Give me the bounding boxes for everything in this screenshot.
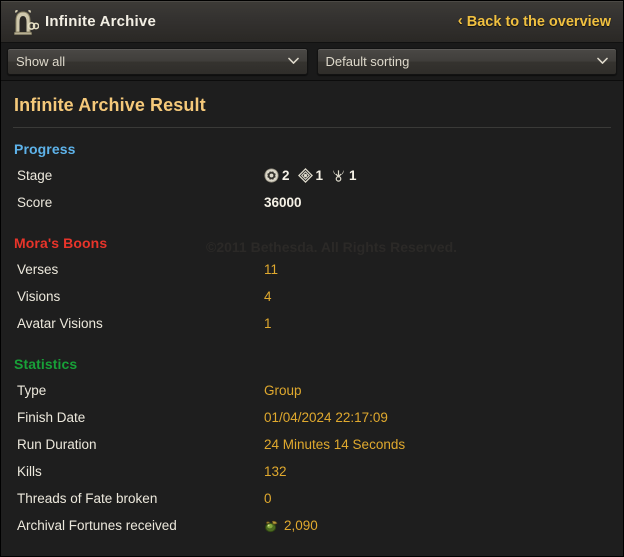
section-heading-progress: Progress: [14, 141, 76, 157]
page-title: Infinite Archive Result: [14, 95, 206, 115]
infinite-archive-portal-icon: [9, 7, 39, 37]
sort-filter-select[interactable]: Default sorting: [316, 48, 617, 75]
detail-row-label: Archival Fortunes received: [17, 518, 177, 533]
detail-row: Visions 4: [13, 283, 611, 310]
detail-row-value: 11: [264, 262, 611, 277]
detail-row: Verses 11: [13, 256, 611, 283]
titlebar: Infinite Archive ‹ Back to the overview: [1, 1, 623, 43]
stage-pip: 2: [264, 168, 290, 183]
detail-row: Type Group: [13, 377, 611, 404]
detail-row-value-text: 1: [264, 316, 272, 331]
back-to-overview-link[interactable]: ‹ Back to the overview: [457, 12, 611, 30]
detail-row: Avatar Visions 1: [13, 310, 611, 337]
detail-row-value: 24 Minutes 14 Seconds: [264, 437, 611, 452]
detail-row-value: 01/04/2024 22:17:09: [264, 410, 611, 425]
title-divider: [13, 127, 611, 128]
app-title: Infinite Archive: [45, 13, 156, 30]
detail-row-value-text: 0: [264, 491, 272, 506]
stage-medallion-icon: [264, 168, 279, 183]
detail-row-label: Run Duration: [17, 437, 97, 452]
sort-filter-value: Default sorting: [325, 54, 410, 69]
stage-diamond-icon: [297, 168, 313, 183]
detail-row-label: Avatar Visions: [17, 316, 103, 331]
detail-row-label: Threads of Fate broken: [17, 491, 158, 506]
back-to-overview-label: Back to the overview: [466, 13, 611, 30]
archival-fortune-coin-icon: [265, 520, 278, 532]
chevron-down-icon: [287, 56, 299, 67]
section-statistics: Statistics Type Group Finish Date 01/04/2024…: [13, 356, 611, 539]
section-progress: Progress Stage 2 1 1 Score 36000: [13, 141, 611, 216]
stage-trident-icon: [333, 169, 344, 182]
section-heading-statistics: Statistics: [14, 356, 78, 372]
stage-pip-count: 2: [282, 168, 290, 183]
detail-row: Score 36000: [13, 189, 611, 216]
detail-row-value: 1: [264, 316, 611, 331]
detail-row-value: 0: [264, 491, 611, 506]
detail-row-value: 2 1 1: [264, 168, 611, 183]
section-moras-boons: Mora's Boons Verses 11 Visions 4 Avatar Visio…: [13, 235, 611, 337]
show-filter-select[interactable]: Show all: [7, 48, 308, 75]
detail-row-value-text: 2,090: [284, 518, 318, 533]
detail-row: Run Duration 24 Minutes 14 Seconds: [13, 431, 611, 458]
detail-row-value: Group: [264, 383, 611, 398]
filter-toolbar: Show all Default sorting: [1, 43, 623, 81]
detail-row-value: 2,090: [264, 518, 611, 533]
show-filter-value: Show all: [16, 54, 66, 69]
detail-row-value: 132: [264, 464, 611, 479]
chevron-left-icon: ‹: [457, 12, 463, 29]
detail-row: Stage 2 1 1: [13, 162, 611, 189]
detail-row-label: Kills: [17, 464, 42, 479]
detail-row: Kills 132: [13, 458, 611, 485]
detail-row-value: 36000: [264, 195, 611, 210]
stage-progress-group: 2 1 1: [264, 168, 361, 183]
detail-row-value-text: 01/04/2024 22:17:09: [264, 410, 388, 425]
detail-row-label: Visions: [17, 289, 61, 304]
infinite-archive-window: Infinite Archive ‹ Back to the overview …: [0, 0, 624, 557]
detail-row: Archival Fortunes received 2,090: [13, 512, 611, 539]
stage-pip-count: 1: [349, 168, 357, 183]
sections-container: Progress Stage 2 1 1 Score 36000 Mora's Boon…: [13, 141, 611, 539]
detail-row-value-text: 132: [264, 464, 287, 479]
detail-row-label: Stage: [17, 168, 53, 183]
detail-row-label: Verses: [17, 262, 59, 277]
detail-row-value-text: 36000: [264, 195, 302, 210]
detail-row-value-text: Group: [264, 383, 302, 398]
detail-row-value-text: 24 Minutes 14 Seconds: [264, 437, 406, 452]
result-content: ©2011 Bethesda. All Rights Reserved. Inf…: [1, 81, 623, 556]
detail-row: Finish Date 01/04/2024 22:17:09: [13, 404, 611, 431]
detail-row-label: Score: [17, 195, 53, 210]
detail-row-label: Type: [17, 383, 47, 398]
detail-row-value-text: 11: [264, 262, 279, 277]
section-heading-moras-boons: Mora's Boons: [14, 235, 108, 251]
detail-row-label: Finish Date: [17, 410, 86, 425]
detail-row-value: 4: [264, 289, 611, 304]
stage-pip: 1: [297, 168, 324, 183]
stage-pip-count: 1: [315, 168, 324, 183]
stage-pip: 1: [331, 168, 357, 183]
detail-row: Threads of Fate broken 0: [13, 485, 611, 512]
chevron-down-icon: [597, 56, 608, 67]
detail-row-value-text: 4: [264, 289, 272, 304]
